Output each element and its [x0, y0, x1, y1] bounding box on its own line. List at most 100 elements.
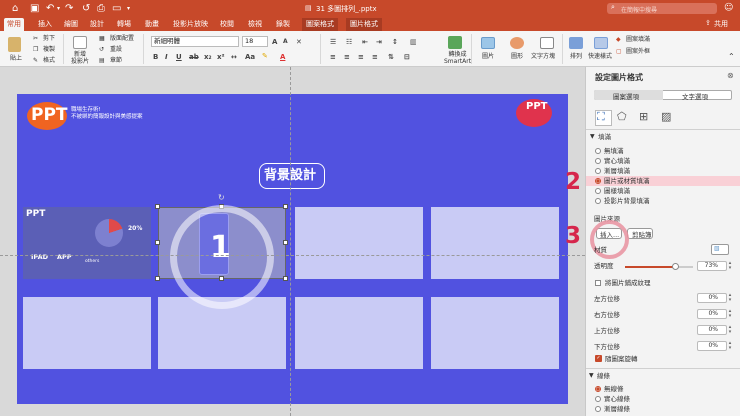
picture-icon[interactable]: ▨: [661, 110, 671, 123]
align-text-icon[interactable]: ⊟: [404, 53, 410, 61]
tab-home[interactable]: 常用: [4, 18, 24, 31]
reset-button[interactable]: 重設: [110, 46, 122, 54]
option-solid-fill[interactable]: 實心填滿: [604, 157, 630, 165]
radio-solid-line[interactable]: [595, 396, 601, 402]
undo-dropdown-icon[interactable]: ▾: [57, 3, 60, 14]
italic-icon[interactable]: I: [165, 53, 168, 61]
line-section[interactable]: 線條: [597, 372, 610, 380]
offset-bottom-value[interactable]: 0%: [697, 341, 727, 351]
image-placeholder[interactable]: [431, 297, 559, 369]
option-picture-fill[interactable]: 圖片或材質填滿: [604, 177, 650, 185]
chevron-down-icon[interactable]: ▼: [590, 133, 595, 140]
align-center-icon[interactable]: ≡: [344, 53, 350, 61]
effects-icon[interactable]: ⬠: [617, 110, 627, 123]
new-slide-button[interactable]: 新增 投影片: [71, 51, 89, 65]
quick-styles-button[interactable]: 快速樣式: [588, 53, 612, 61]
textbox-icon[interactable]: [540, 37, 554, 49]
image-thumbnail[interactable]: PPT 20% IPAD APP others: [23, 207, 151, 279]
transparency-value[interactable]: 73%: [697, 261, 727, 271]
radio-gradient-fill[interactable]: [595, 168, 601, 174]
chevron-down-icon[interactable]: ▼: [589, 372, 594, 379]
tab-review[interactable]: 校閱: [220, 19, 234, 29]
home-icon[interactable]: ⌂: [12, 3, 18, 14]
image-placeholder[interactable]: [295, 207, 423, 279]
radio-no-line[interactable]: [595, 386, 601, 392]
align-left-icon[interactable]: ≡: [330, 53, 336, 61]
resize-handle[interactable]: [283, 276, 288, 281]
tab-draw[interactable]: 繪圖: [64, 19, 78, 29]
shape-outline-icon[interactable]: ▢: [616, 48, 622, 56]
copy-icon[interactable]: ❐: [33, 46, 38, 54]
quick-styles-icon[interactable]: [594, 37, 608, 49]
resize-handle[interactable]: [155, 276, 160, 281]
picture-button[interactable]: 圖片: [482, 53, 494, 61]
collapse-ribbon-icon[interactable]: ⌃: [728, 53, 735, 61]
rotate-with-shape-label[interactable]: 隨圖案旋轉: [605, 355, 638, 363]
font-grow-icon[interactable]: A: [272, 38, 277, 46]
customize-toolbar-icon[interactable]: ▾: [127, 3, 130, 14]
option-slide-background-fill[interactable]: 投影片背景填滿: [604, 197, 650, 205]
resize-handle[interactable]: [155, 240, 160, 245]
font-shrink-icon[interactable]: A: [283, 38, 288, 46]
spinner-icon[interactable]: ▴ ▾: [727, 341, 733, 351]
tile-label[interactable]: 將圖片鋪成紋理: [605, 279, 651, 287]
shapes-icon[interactable]: [510, 37, 524, 49]
format-painter-icon[interactable]: ✎: [33, 57, 38, 65]
numbering-icon[interactable]: ☷: [346, 38, 352, 46]
increase-indent-icon[interactable]: ⇥: [376, 38, 382, 46]
fill-section[interactable]: 填滿: [598, 133, 611, 141]
share-button[interactable]: 共用: [714, 19, 728, 29]
char-spacing-icon[interactable]: ↔: [231, 53, 237, 61]
decrease-indent-icon[interactable]: ⇤: [362, 38, 368, 46]
option-pattern-fill[interactable]: 圖樣填滿: [604, 187, 630, 195]
clear-format-icon[interactable]: ✕: [296, 38, 302, 46]
arrange-button[interactable]: 排列: [570, 53, 582, 61]
option-gradient-fill[interactable]: 漸層填滿: [604, 167, 630, 175]
convert-smartart-button[interactable]: 轉換成 SmartArt: [444, 51, 471, 65]
subscript-icon[interactable]: x₂: [204, 53, 212, 61]
option-no-fill[interactable]: 無填滿: [604, 147, 624, 155]
section-icon[interactable]: ▤: [99, 57, 105, 65]
print-icon[interactable]: ⎙: [97, 3, 105, 14]
bold-icon[interactable]: B: [153, 53, 158, 61]
option-no-line[interactable]: 無線條: [604, 385, 624, 393]
transparency-slider[interactable]: [625, 266, 675, 268]
spinner-icon[interactable]: ▴ ▾: [727, 325, 733, 335]
font-size-select[interactable]: 18: [242, 36, 268, 47]
format-painter-button[interactable]: 格式: [43, 57, 55, 65]
paste-icon[interactable]: [8, 37, 21, 52]
shape-outline-button[interactable]: 圖案外框: [626, 48, 650, 56]
tab-transitions[interactable]: 轉場: [117, 19, 131, 29]
radio-gradient-line[interactable]: [595, 406, 601, 412]
tab-insert[interactable]: 插入: [38, 19, 52, 29]
resize-handle[interactable]: [283, 240, 288, 245]
tab-record[interactable]: 錄製: [276, 19, 290, 29]
font-name-select[interactable]: 新細明體: [151, 36, 239, 47]
shapes-button[interactable]: 圖形: [511, 53, 523, 61]
shape-fill-button[interactable]: 圖案填滿: [626, 36, 650, 44]
search-box[interactable]: ⌕ 在簡報中搜尋: [607, 3, 717, 14]
rotate-checkbox[interactable]: ✓: [595, 355, 602, 362]
change-case-icon[interactable]: Aa: [245, 53, 255, 61]
cut-icon[interactable]: ✂: [33, 35, 38, 43]
layout-button[interactable]: 版面配置: [110, 35, 134, 43]
justify-icon[interactable]: ≡: [372, 53, 378, 61]
line-spacing-icon[interactable]: ↕: [392, 38, 398, 46]
tab-picture-format[interactable]: 圖片格式: [346, 18, 382, 31]
tab-text-options[interactable]: 文字選項: [682, 91, 708, 101]
picture-icon[interactable]: [481, 37, 495, 49]
new-slide-icon[interactable]: [73, 36, 87, 49]
spinner-icon[interactable]: ▴ ▾: [727, 293, 733, 303]
repeat-icon[interactable]: ↺: [82, 3, 90, 14]
radio-picture-fill[interactable]: [595, 178, 601, 184]
transparency-slider-thumb[interactable]: [672, 263, 679, 270]
radio-slide-background-fill[interactable]: [595, 198, 601, 204]
close-icon[interactable]: ⊗: [727, 71, 734, 80]
offset-left-value[interactable]: 0%: [697, 293, 727, 303]
radio-solid-fill[interactable]: [595, 158, 601, 164]
tab-design[interactable]: 設計: [90, 19, 104, 29]
paste-button[interactable]: 貼上: [10, 55, 22, 63]
highlight-icon[interactable]: ✎: [262, 52, 268, 60]
underline-icon[interactable]: U: [176, 53, 182, 61]
tab-animations[interactable]: 動畫: [145, 19, 159, 29]
